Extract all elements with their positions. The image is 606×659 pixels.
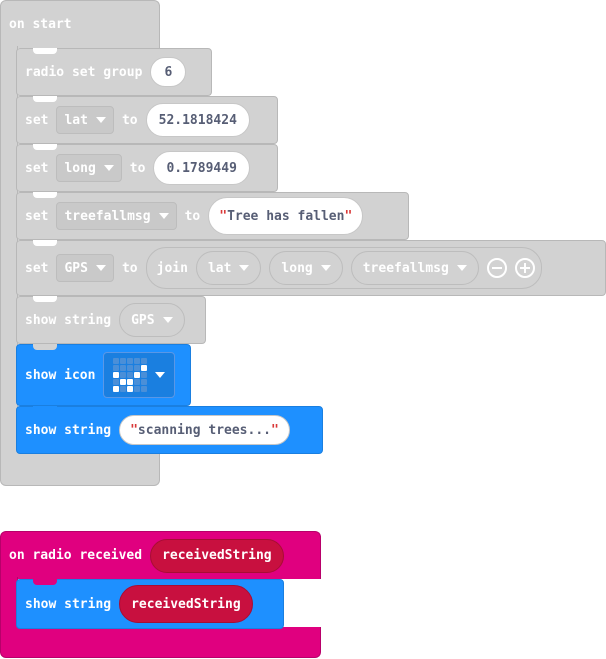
open-quote-icon: " bbox=[219, 208, 228, 224]
led-cell bbox=[141, 358, 148, 364]
variable-dropdown-gps[interactable]: GPS bbox=[119, 303, 185, 337]
to-label: to bbox=[129, 160, 146, 176]
set-label: set bbox=[25, 112, 49, 128]
set-lat-block[interactable]: set lat to 52.1818424 bbox=[16, 96, 278, 144]
lat-number-input[interactable]: 52.1818424 bbox=[145, 103, 250, 137]
show-string-label: show string bbox=[25, 422, 112, 438]
close-quote-icon: " bbox=[270, 422, 279, 438]
variable-name: treefallmsg bbox=[362, 260, 449, 276]
set-gps-block[interactable]: set GPS to join lat long treefallmsg bbox=[16, 240, 606, 296]
radio-set-group-label: radio set group bbox=[25, 64, 143, 80]
led-cell bbox=[120, 365, 127, 371]
set-long-block[interactable]: set long to 0.1789449 bbox=[16, 144, 278, 192]
dropdown-caret-icon bbox=[162, 317, 173, 323]
variable-name: lat bbox=[207, 260, 232, 276]
led-cell bbox=[127, 358, 134, 364]
led-cell bbox=[120, 386, 127, 392]
led-cell bbox=[120, 358, 127, 364]
to-label: to bbox=[184, 208, 201, 224]
long-number-input[interactable]: 0.1789449 bbox=[153, 151, 250, 185]
led-cell bbox=[120, 372, 127, 378]
join-item-lat[interactable]: lat bbox=[195, 251, 262, 285]
join-item-treefallmsg[interactable]: treefallmsg bbox=[350, 251, 479, 285]
radio-set-group-block[interactable]: radio set group 6 bbox=[16, 48, 212, 96]
to-label: to bbox=[121, 260, 138, 276]
variable-dropdown-long[interactable]: long bbox=[56, 154, 122, 182]
add-item-plus-icon[interactable] bbox=[514, 258, 535, 278]
scanning-string-input[interactable]: " scanning trees... " bbox=[119, 415, 290, 445]
join-item-long[interactable]: long bbox=[269, 251, 343, 285]
led-cell bbox=[127, 379, 134, 385]
radio-group-number-input[interactable]: 6 bbox=[150, 57, 187, 87]
dropdown-caret-icon bbox=[95, 117, 106, 123]
join-block[interactable]: join lat long treefallmsg bbox=[145, 247, 542, 289]
received-string-param[interactable]: receivedString bbox=[150, 538, 284, 573]
led-cell bbox=[113, 386, 120, 392]
led-cell bbox=[134, 365, 141, 371]
led-cell bbox=[120, 379, 127, 385]
led-icon-picker[interactable] bbox=[103, 352, 176, 398]
variable-dropdown-lat[interactable]: lat bbox=[56, 106, 114, 134]
variable-name: treefallmsg bbox=[64, 208, 151, 224]
variable-name: long bbox=[64, 160, 96, 176]
variable-dropdown-treefallmsg[interactable]: treefallmsg bbox=[56, 202, 177, 230]
show-icon-label: show icon bbox=[25, 367, 96, 383]
set-label: set bbox=[25, 260, 49, 276]
set-label: set bbox=[25, 160, 49, 176]
open-quote-icon: " bbox=[130, 422, 138, 438]
led-cell bbox=[141, 365, 148, 371]
dropdown-caret-icon bbox=[155, 372, 166, 378]
on-start-label: on start bbox=[9, 17, 72, 32]
variable-name: GPS bbox=[64, 260, 88, 276]
variable-name: long bbox=[281, 260, 313, 276]
on-radio-received-block[interactable]: on radio received receivedString bbox=[0, 531, 321, 579]
led-cell bbox=[141, 372, 148, 378]
remove-item-minus-icon[interactable] bbox=[486, 258, 507, 278]
led-grid-icon bbox=[113, 358, 148, 392]
on-radio-received-footer bbox=[0, 627, 321, 658]
received-string-variable[interactable]: receivedString bbox=[119, 585, 253, 623]
show-string-scanning-block[interactable]: show string " scanning trees... " bbox=[16, 406, 323, 454]
led-cell bbox=[134, 372, 141, 378]
show-string-received-block[interactable]: show string receivedString bbox=[16, 579, 284, 629]
led-cell bbox=[113, 365, 120, 371]
led-cell bbox=[113, 379, 120, 385]
dropdown-caret-icon bbox=[456, 265, 467, 271]
treefallmsg-string-input[interactable]: " Tree has fallen " bbox=[208, 197, 364, 235]
set-label: set bbox=[25, 208, 49, 224]
dropdown-caret-icon bbox=[320, 265, 331, 271]
show-string-label: show string bbox=[25, 312, 112, 328]
dropdown-caret-icon bbox=[103, 165, 114, 171]
on-radio-received-label: on radio received bbox=[9, 548, 143, 563]
variable-dropdown-gps[interactable]: GPS bbox=[56, 254, 114, 282]
led-cell bbox=[113, 358, 120, 364]
led-cell bbox=[127, 365, 134, 371]
join-label: join bbox=[156, 260, 188, 276]
led-cell bbox=[141, 386, 148, 392]
led-cell bbox=[134, 358, 141, 364]
dropdown-caret-icon bbox=[158, 213, 169, 219]
led-cell bbox=[141, 379, 148, 385]
dropdown-caret-icon bbox=[239, 265, 250, 271]
show-string-label: show string bbox=[25, 596, 112, 612]
dropdown-caret-icon bbox=[95, 265, 106, 271]
string-value: scanning trees... bbox=[137, 422, 271, 438]
show-string-gps-block[interactable]: show string GPS bbox=[16, 296, 206, 344]
variable-name: GPS bbox=[131, 312, 155, 328]
variable-name: lat bbox=[64, 112, 88, 128]
set-treefallmsg-block[interactable]: set treefallmsg to " Tree has fallen " bbox=[16, 192, 409, 240]
led-cell bbox=[127, 372, 134, 378]
led-cell bbox=[127, 386, 134, 392]
led-cell bbox=[134, 379, 141, 385]
led-cell bbox=[113, 372, 120, 378]
close-quote-icon: " bbox=[344, 208, 353, 224]
string-value: Tree has fallen bbox=[227, 208, 345, 224]
led-cell bbox=[134, 386, 141, 392]
on-start-block[interactable]: on start bbox=[0, 0, 160, 48]
show-icon-block[interactable]: show icon bbox=[16, 344, 191, 406]
to-label: to bbox=[121, 112, 138, 128]
